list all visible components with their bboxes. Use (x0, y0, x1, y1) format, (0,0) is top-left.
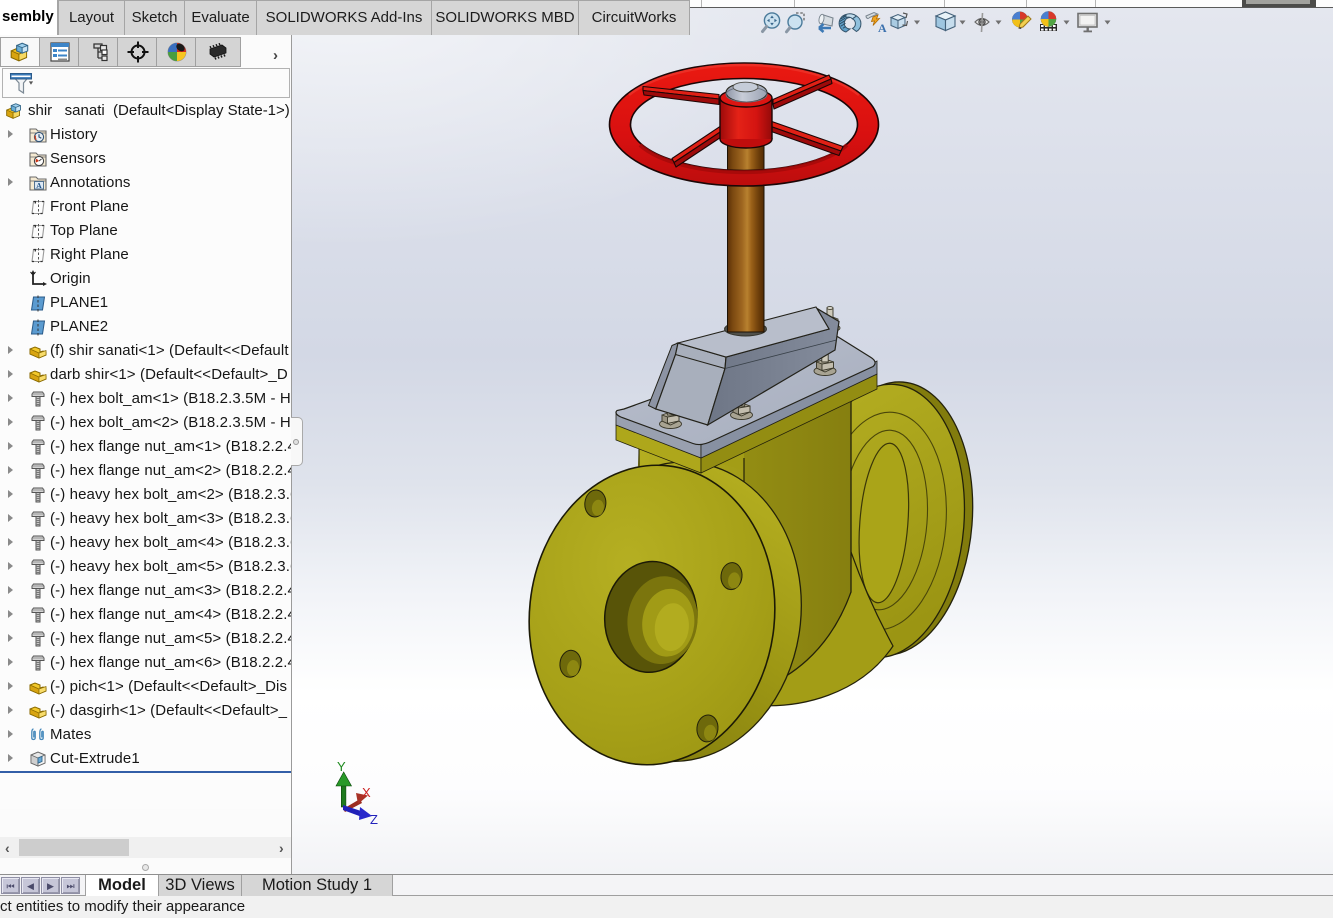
svg-text:Z: Z (370, 812, 378, 827)
svg-text:X: X (362, 785, 371, 800)
svg-text:A: A (878, 21, 887, 35)
svg-text:Y: Y (337, 759, 346, 774)
